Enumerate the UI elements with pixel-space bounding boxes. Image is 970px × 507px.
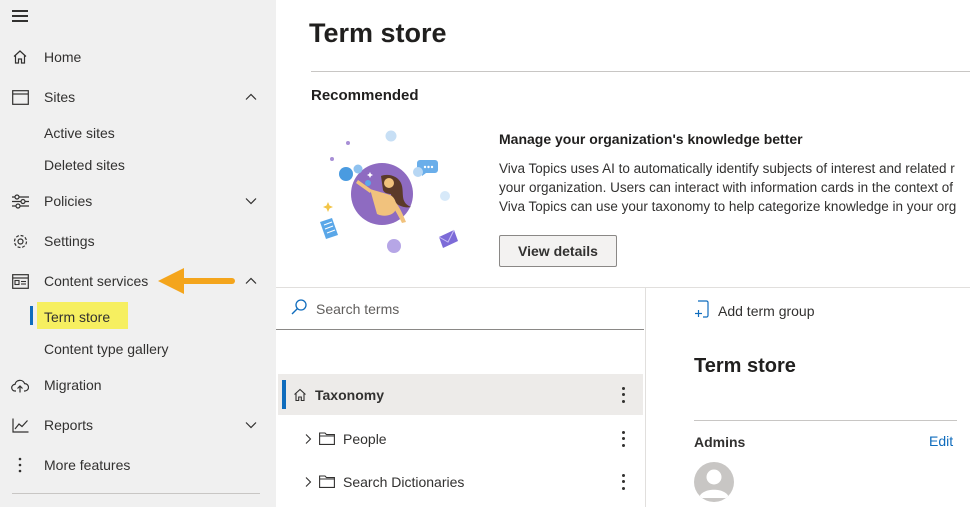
nav-subitem-active-sites[interactable]: Active sites <box>44 121 115 145</box>
home-icon <box>292 387 308 403</box>
chevron-up-icon[interactable] <box>244 274 258 288</box>
nav-item-label: Home <box>44 49 82 65</box>
selection-indicator <box>282 380 286 409</box>
nav-item-label: More features <box>44 457 131 473</box>
reports-icon <box>11 416 29 434</box>
nav-item-label: Settings <box>44 233 95 249</box>
pane-splitter[interactable] <box>645 288 646 507</box>
tree-item-label: People <box>343 430 387 447</box>
add-term-group-button[interactable]: Add term group <box>694 300 815 321</box>
tree-item-search-dictionaries[interactable]: Search Dictionaries <box>278 461 643 502</box>
chevron-down-icon[interactable] <box>244 418 258 432</box>
nav-item-more-features[interactable]: More features <box>0 449 276 481</box>
promo-description: Viva Topics uses AI to automatically ide… <box>499 159 970 216</box>
folder-icon <box>319 474 335 490</box>
policies-icon <box>11 192 29 210</box>
promo-line: Viva Topics uses AI to automatically ide… <box>499 161 955 176</box>
add-document-icon <box>694 300 710 321</box>
chevron-right-icon[interactable] <box>300 474 316 490</box>
admins-label: Admins <box>694 434 746 450</box>
nav-item-label: Migration <box>44 377 102 393</box>
divider <box>276 287 970 288</box>
avatar <box>694 462 734 502</box>
sites-icon <box>11 88 29 106</box>
viva-topics-illustration <box>320 130 458 253</box>
nav-subitem-deleted-sites[interactable]: Deleted sites <box>44 153 125 177</box>
search-input[interactable]: Search terms <box>316 301 399 317</box>
nav-item-label: Reports <box>44 417 94 433</box>
more-vertical-icon <box>11 456 29 474</box>
nav-item-migration[interactable]: Migration <box>0 369 276 401</box>
page-title: Term store <box>309 18 447 48</box>
more-options-icon[interactable] <box>618 472 628 492</box>
nav-item-sites[interactable]: Sites <box>0 81 276 113</box>
recommended-heading: Recommended <box>311 87 419 104</box>
tree-item-label: Search Dictionaries <box>343 473 465 490</box>
nav-item-label: Policies <box>44 193 93 209</box>
callout-arrow-icon <box>158 268 235 294</box>
tree-item-people[interactable]: People <box>278 418 643 459</box>
nav-item-settings[interactable]: Settings <box>0 225 276 257</box>
chevron-down-icon[interactable] <box>244 194 258 208</box>
chevron-up-icon[interactable] <box>244 90 258 104</box>
nav-item-policies[interactable]: Policies <box>0 185 276 217</box>
divider <box>12 493 260 494</box>
search-icon <box>290 298 308 319</box>
more-options-icon[interactable] <box>618 429 628 449</box>
folder-icon <box>319 431 335 447</box>
nav-item-home[interactable]: Home <box>0 41 276 73</box>
divider <box>694 420 957 421</box>
edit-admins-link[interactable]: Edit <box>929 433 953 449</box>
cloud-upload-icon <box>11 376 29 394</box>
nav-item-label: Content services <box>44 273 149 289</box>
divider <box>311 71 970 72</box>
content-services-icon <box>11 272 29 290</box>
tree-item-taxonomy[interactable]: Taxonomy <box>278 374 643 415</box>
promo-title: Manage your organization's knowledge bet… <box>499 131 803 147</box>
hamburger-menu-icon[interactable] <box>12 10 28 24</box>
chevron-right-icon[interactable] <box>300 431 316 447</box>
selection-indicator <box>30 306 33 325</box>
settings-icon <box>11 232 29 250</box>
search-terms-box[interactable]: Search terms <box>290 298 399 319</box>
nav-subitem-term-store[interactable]: Term store <box>44 305 110 329</box>
view-details-button[interactable]: View details <box>499 235 617 267</box>
nav-subitem-content-type-gallery[interactable]: Content type gallery <box>44 337 169 361</box>
detail-title: Term store <box>694 355 796 377</box>
home-icon <box>11 48 29 66</box>
tree-item-label: Taxonomy <box>315 386 384 403</box>
promo-line: your organization. Users can interact wi… <box>499 180 953 195</box>
promo-line: Viva Topics can use your taxonomy to hel… <box>499 199 957 214</box>
left-navigation: Home Sites Active sites Deleted sites Po… <box>0 0 276 507</box>
more-options-icon[interactable] <box>618 385 628 405</box>
add-term-group-label: Add term group <box>718 302 815 319</box>
search-underline <box>276 329 644 330</box>
nav-item-label: Sites <box>44 89 76 105</box>
nav-item-reports[interactable]: Reports <box>0 409 276 441</box>
